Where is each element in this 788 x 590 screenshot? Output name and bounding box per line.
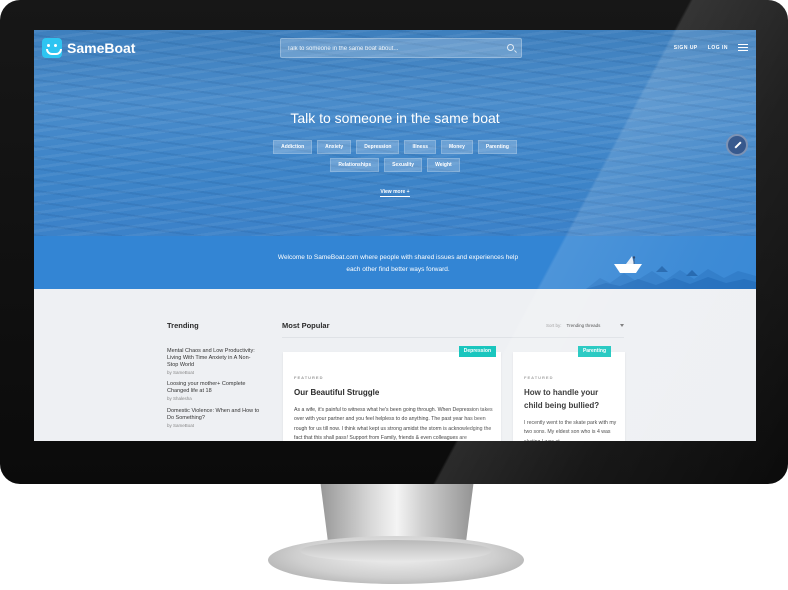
topic-tags-row-1: Addiction Anxiety Depression Illness Mon… <box>34 140 756 154</box>
logo-icon <box>42 38 62 58</box>
chevron-down-icon[interactable] <box>620 324 624 327</box>
post-excerpt: I recently went to the skate park with m… <box>524 420 617 441</box>
monitor-bezel: SameBoat SIGN UP LOG IN Talk to someone … <box>0 0 788 484</box>
view-more-container: View more + <box>34 180 756 198</box>
tag-illness[interactable]: Illness <box>404 140 437 154</box>
post-card[interactable]: Parenting FEATURED How to handle your ch… <box>513 346 625 441</box>
post-excerpt: As a wife, it's painful to witness what … <box>294 407 493 441</box>
trending-item-author: by SameBoat <box>167 423 195 428</box>
menu-icon[interactable] <box>738 44 748 51</box>
topic-tags-row-2: Relationships Sexuality Weight <box>34 158 756 172</box>
search-icon[interactable] <box>507 44 514 51</box>
welcome-text: Welcome to SameBoat.com where people wit… <box>258 252 538 276</box>
hero-title: Talk to someone in the same boat <box>290 110 500 126</box>
sort-value[interactable]: Trending threads <box>567 323 601 328</box>
divider <box>282 337 624 338</box>
post-card[interactable]: Depression FEATURED Our Beautiful Strugg… <box>283 346 501 441</box>
trending-item-author: by SameBoat <box>167 370 195 375</box>
tag-weight[interactable]: Weight <box>427 158 460 172</box>
view-more-link[interactable]: View more + <box>380 189 410 197</box>
trending-title: Trending <box>167 321 199 330</box>
trending-item-title-line: Changed life at 18 <box>167 388 212 394</box>
brand-logo[interactable]: SameBoat <box>42 38 135 58</box>
tag-depression[interactable]: Depression <box>356 140 400 154</box>
tag-relationships[interactable]: Relationships <box>330 158 380 172</box>
search-input[interactable] <box>287 42 497 55</box>
trending-item-title-line: Loosing your mother+ Complete <box>167 381 246 387</box>
trending-item-title-line: Mental Chaos and Low Productivity: <box>167 348 255 354</box>
main-content: Trending Mental Chaos and Low Productivi… <box>34 289 756 441</box>
trending-item[interactable]: Domestic Violence: When and How to Do So… <box>167 408 263 429</box>
top-nav: SIGN UP LOG IN <box>674 44 748 51</box>
log-in-link[interactable]: LOG IN <box>708 45 728 51</box>
featured-label: FEATURED <box>524 375 554 380</box>
monitor-screen: SameBoat SIGN UP LOG IN Talk to someone … <box>34 30 756 441</box>
trending-item[interactable]: Mental Chaos and Low Productivity: Livin… <box>167 348 263 376</box>
post-title[interactable]: How to handle your child being bullied? <box>524 386 616 412</box>
search-bar[interactable] <box>280 38 522 58</box>
category-badge[interactable]: Parenting <box>577 346 611 357</box>
sign-up-link[interactable]: SIGN UP <box>674 45 698 51</box>
welcome-line-1: Welcome to SameBoat.com where people wit… <box>277 254 519 261</box>
trending-item-title-line: Domestic Violence: When and How to <box>167 408 260 414</box>
sort-control[interactable]: Sort by: Trending threads <box>546 323 600 328</box>
most-popular-title: Most Popular <box>282 321 330 330</box>
paper-boat-icon <box>614 256 642 273</box>
welcome-band: Welcome to SameBoat.com where people wit… <box>34 236 756 289</box>
waves-illustration <box>586 266 756 289</box>
category-badge[interactable]: Depression <box>458 346 496 357</box>
tag-money[interactable]: Money <box>441 140 473 154</box>
tag-parenting[interactable]: Parenting <box>477 140 517 154</box>
trending-item-title-line: Do Something? <box>167 415 205 421</box>
trending-item-author: by Shalesha <box>167 396 192 401</box>
trending-item-title-line: Living With Time Anxiety in A Non- <box>167 355 251 361</box>
sort-label: Sort by: <box>546 323 562 328</box>
tag-addiction[interactable]: Addiction <box>273 140 313 154</box>
pencil-icon[interactable] <box>726 134 748 156</box>
monitor-stand-base-top <box>300 540 492 562</box>
featured-label: FEATURED <box>294 375 324 380</box>
brand-name: SameBoat <box>67 40 136 56</box>
trending-item[interactable]: Loosing your mother+ Complete Changed li… <box>167 381 263 402</box>
tag-anxiety[interactable]: Anxiety <box>317 140 352 154</box>
trending-item-title-line: Stop World <box>167 362 195 368</box>
hero-section: SameBoat SIGN UP LOG IN Talk to someone … <box>34 30 756 236</box>
tag-sexuality[interactable]: Sexuality <box>384 158 423 172</box>
post-title[interactable]: Our Beautiful Struggle <box>294 386 379 399</box>
welcome-line-2: each other find better ways forward. <box>346 266 450 273</box>
